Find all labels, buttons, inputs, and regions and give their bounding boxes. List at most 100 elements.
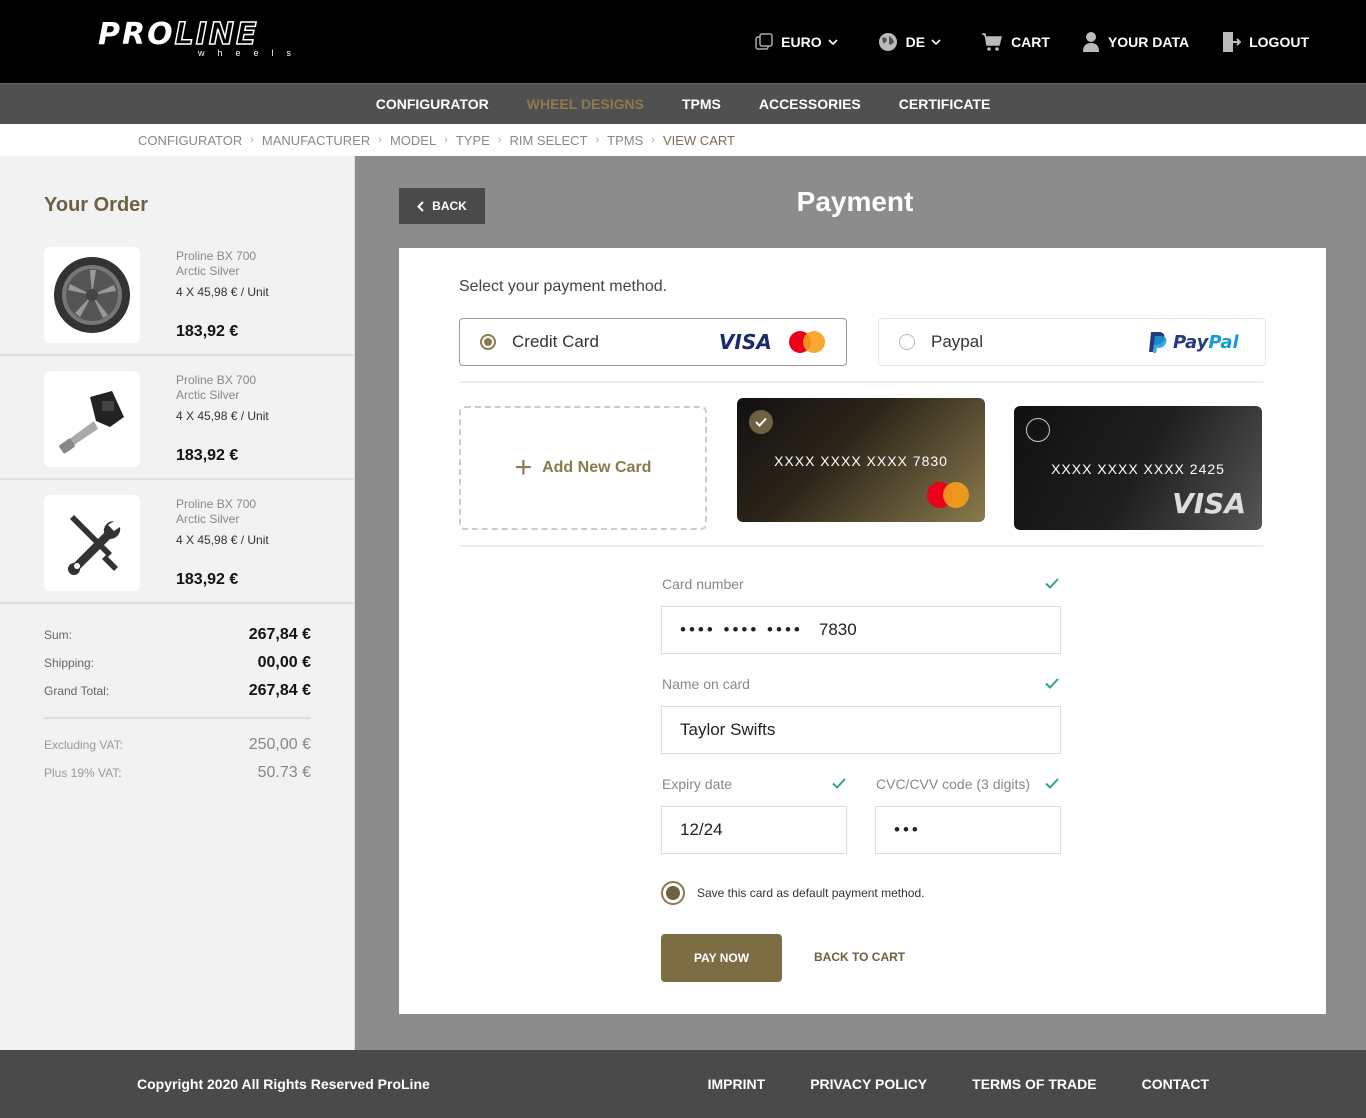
nav-configurator[interactable]: CONFIGURATOR [376,96,489,112]
credit-card-label: Credit Card [512,332,599,351]
name-on-card-field[interactable]: Taylor Swifts [661,706,1061,754]
nav-tpms[interactable]: TPMS [682,96,721,112]
radio-selected[interactable] [480,334,496,350]
pay-now-button[interactable]: PAY NOW [661,934,782,982]
cart-link[interactable]: CART [981,32,1050,52]
divider [459,545,1263,547]
product-quantity: 4 X 45,98 € / Unit [176,533,269,547]
language-selector[interactable]: DE [878,32,949,52]
visa-logo: VISA [1172,487,1246,520]
card-number-text: XXXX XXXX XXXX 7830 [774,453,948,469]
user-icon [1082,31,1099,52]
your-data-label: YOUR DATA [1107,33,1190,50]
expiry-date-field[interactable]: 12/24 [661,806,847,854]
saved-card-mastercard[interactable]: XXXX XXXX XXXX 7830 [737,398,985,522]
radio-unselected[interactable] [899,334,915,350]
top-bar: PROLINE wheels EURO DE CART YOUR DATA LO… [0,0,1366,83]
payment-option-paypal[interactable]: Paypal PayPal [878,318,1266,366]
tools-icon [68,515,121,575]
sum-row: Sum: 267,84 € [44,626,311,643]
currency-selector[interactable]: EURO [755,32,845,51]
breadcrumb: CONFIGURATOR › MANUFACTURER › MODEL › TY… [0,124,1366,156]
check-icon [1045,678,1059,689]
order-item: Proline BX 700 Arctic Silver 4 X 45,98 €… [0,480,355,604]
chevron-right-icon: › [250,134,254,146]
order-sidebar: Your Order Proline BX 700 Arctic Silver [0,156,355,1050]
grand-total-row: Grand Total: 267,84 € [44,682,311,699]
breadcrumb-rim-select[interactable]: RIM SELECT [509,133,587,148]
globe-icon [878,32,897,51]
chevron-right-icon: › [595,134,600,146]
breadcrumb-model[interactable]: MODEL [390,133,436,148]
saved-card-visa[interactable]: XXXX XXXX XXXX 2425 VISA [1014,406,1262,530]
card-number-text: XXXX XXXX XXXX 2425 [1051,461,1225,477]
product-price: 183,92 € [176,571,239,588]
paypal-logo: PayPal [1172,331,1239,353]
copyright-text: Copyright 2020 All Rights Reserved ProLi… [137,1076,430,1092]
product-price: 183,92 € [176,447,239,464]
tpms-sensor-icon [59,391,124,454]
proline-logo[interactable]: PROLINE wheels [98,19,308,60]
product-name: Proline BX 700 Arctic Silver [176,373,257,402]
order-item: Proline BX 700 Arctic Silver 4 X 45,98 €… [0,356,355,480]
breadcrumb-type[interactable]: TYPE [456,133,490,148]
order-title: Your Order [44,194,149,216]
footer-nav: IMPRINT PRIVACY POLICY TERMS OF TRADE CO… [663,1076,1209,1092]
language-label: DE [905,33,926,50]
excluding-vat-row: Excluding VAT: 250,00 € [44,736,311,753]
card-number-field[interactable]: •••• •••• •••• 7830 [661,606,1061,654]
chevron-down-icon [931,38,941,45]
check-icon [749,410,773,434]
back-to-cart-link[interactable]: BACK TO CART [814,950,905,964]
product-price: 183,92 € [176,323,239,340]
logout-label: LOGOUT [1249,33,1309,50]
name-on-card-label: Name on card [662,676,750,692]
payment-method-prompt: Select your payment method. [459,278,668,295]
nav-wheel-designs[interactable]: WHEEL DESIGNS [527,96,644,112]
page-title: Payment [796,186,914,217]
save-default-option[interactable]: Save this card as default payment method… [661,881,924,905]
radio-selected[interactable] [661,881,685,905]
divider [44,717,311,719]
product-thumbnail [44,371,140,467]
chevron-down-icon [828,38,838,45]
paypal-label: Paypal [931,332,983,351]
product-thumbnail [44,247,140,343]
product-quantity: 4 X 45,98 € / Unit [176,409,269,423]
logo-subtitle: wheels [198,48,305,58]
paypal-p-icon [1148,332,1167,353]
nav-accessories[interactable]: ACCESSORIES [759,96,861,112]
order-item: Proline BX 700 Arctic Silver 4 X 45,98 €… [0,232,355,356]
cart-icon [982,32,1003,51]
vat-row: Plus 19% VAT: 50.73 € [44,764,311,781]
logout-link[interactable]: LOGOUT [1221,31,1309,53]
nav-certificate[interactable]: CERTIFICATE [899,96,991,112]
breadcrumb-view-cart[interactable]: VIEW CART [663,133,735,148]
divider [459,381,1263,383]
currency-icon [755,32,773,50]
payment-option-credit-card[interactable]: Credit Card VISA [459,318,847,366]
breadcrumb-manufacturer[interactable]: MANUFACTURER [262,133,370,148]
add-new-card-button[interactable]: + Add New Card [459,406,707,530]
breadcrumb-tpms[interactable]: TPMS [607,133,643,148]
unselected-circle-icon [1026,418,1050,442]
footer-link-contact[interactable]: CONTACT [1142,1076,1209,1092]
footer: Copyright 2020 All Rights Reserved ProLi… [0,1050,1366,1118]
cvc-field[interactable]: ••• [875,806,1061,854]
footer-link-terms-of-trade[interactable]: TERMS OF TRADE [972,1076,1096,1092]
check-icon [1045,578,1059,589]
currency-label: EURO [781,33,822,50]
breadcrumb-configurator[interactable]: CONFIGURATOR [138,133,242,148]
expiry-date-label: Expiry date [662,776,733,792]
logout-icon [1223,31,1242,52]
mastercard-icon [927,482,969,508]
your-data-link[interactable]: YOUR DATA [1082,31,1189,53]
cart-label: CART [1011,33,1050,50]
footer-link-privacy-policy[interactable]: PRIVACY POLICY [810,1076,927,1092]
back-button[interactable]: BACK [399,188,485,224]
card-number-label: Card number [662,576,744,592]
shipping-row: Shipping: 00,00 € [44,654,311,671]
footer-link-imprint[interactable]: IMPRINT [708,1076,766,1092]
check-icon [832,778,846,789]
cvc-label: CVC/CVV code (3 digits) [876,776,1031,792]
